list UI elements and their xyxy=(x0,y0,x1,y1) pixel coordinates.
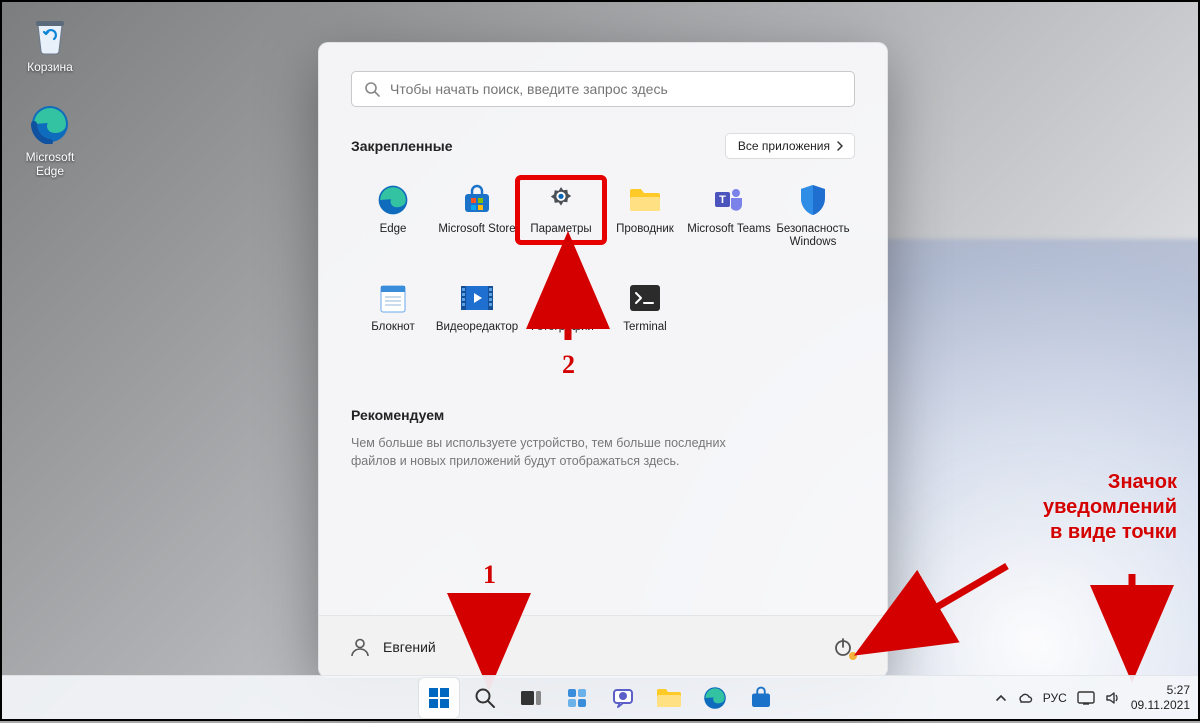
power-button[interactable] xyxy=(829,633,857,661)
store-icon xyxy=(749,686,773,710)
user-name: Евгений xyxy=(383,639,436,655)
pin-label: Проводник xyxy=(616,223,674,251)
start-button[interactable] xyxy=(419,678,459,718)
windows-logo-icon xyxy=(427,686,451,710)
start-menu: Закрепленные Все приложения Edge Microso… xyxy=(318,42,888,678)
pin-label: Фотографии xyxy=(528,321,594,349)
svg-text:T: T xyxy=(719,194,726,206)
pin-security[interactable]: Безопасность Windows xyxy=(771,179,855,255)
pinned-grid: Edge Microsoft Store Параметры Проводник xyxy=(351,179,855,353)
taskbar-explorer[interactable] xyxy=(649,678,689,718)
chat-icon xyxy=(612,687,634,709)
taskbar-store[interactable] xyxy=(741,678,781,718)
video-editor-icon xyxy=(460,281,494,315)
pin-label: Edge xyxy=(380,223,407,251)
search-icon xyxy=(364,81,380,97)
taskbar-right: РУС 5:27 09.11.2021 xyxy=(995,683,1190,712)
pin-video-editor[interactable]: Видеоредактор xyxy=(435,277,519,353)
photos-icon xyxy=(544,281,578,315)
folder-icon xyxy=(628,183,662,217)
taskbar-taskview[interactable] xyxy=(511,678,551,718)
shield-icon xyxy=(796,183,830,217)
pin-explorer[interactable]: Проводник xyxy=(603,179,687,255)
pin-label: Microsoft Store xyxy=(438,223,515,251)
pin-label: Блокнот xyxy=(371,321,414,349)
notification-dot-icon xyxy=(849,652,857,660)
all-apps-button[interactable]: Все приложения xyxy=(725,133,855,159)
chevron-up-icon[interactable] xyxy=(995,692,1007,704)
pin-terminal[interactable]: Terminal xyxy=(603,277,687,353)
teams-icon: T xyxy=(712,183,746,217)
user-account-button[interactable]: Евгений xyxy=(349,636,436,658)
desktop-icon-label: Microsoft Edge xyxy=(26,150,75,178)
taskview-icon xyxy=(520,688,542,708)
taskbar: РУС 5:27 09.11.2021 xyxy=(2,675,1198,719)
pin-settings[interactable]: Параметры xyxy=(519,179,603,255)
clock-time: 5:27 xyxy=(1131,683,1190,697)
all-apps-label: Все приложения xyxy=(738,139,830,153)
recycle-bin-icon xyxy=(28,12,72,56)
terminal-icon xyxy=(628,281,662,315)
search-icon xyxy=(474,687,496,709)
pin-photos[interactable]: Фотографии xyxy=(519,277,603,353)
pin-edge[interactable]: Edge xyxy=(351,179,435,255)
pinned-title: Закрепленные xyxy=(351,138,453,154)
taskbar-widgets[interactable] xyxy=(557,678,597,718)
settings-icon xyxy=(544,183,578,217)
onedrive-icon[interactable] xyxy=(1017,690,1033,706)
user-icon xyxy=(349,636,371,658)
edge-icon xyxy=(376,183,410,217)
annotation-text: Значок уведомлений в виде точки xyxy=(1002,470,1177,545)
desktop-icon-edge[interactable]: Microsoft Edge xyxy=(12,102,88,178)
recommended-title: Рекомендуем xyxy=(351,407,855,423)
store-icon xyxy=(460,183,494,217)
desktop-icon-recycle-bin[interactable]: Корзина xyxy=(12,12,88,74)
edge-icon xyxy=(703,686,727,710)
start-search-input[interactable] xyxy=(390,81,842,97)
pin-teams[interactable]: T Microsoft Teams xyxy=(687,179,771,255)
taskbar-center xyxy=(419,678,781,718)
clock-date: 09.11.2021 xyxy=(1131,698,1190,712)
recommended-section: Рекомендуем Чем больше вы используете ус… xyxy=(351,407,855,470)
pin-label: Microsoft Teams xyxy=(687,223,771,251)
pin-label: Безопасность Windows xyxy=(771,223,855,251)
edge-icon xyxy=(28,102,72,146)
taskbar-chat[interactable] xyxy=(603,678,643,718)
pin-label: Terminal xyxy=(623,321,666,349)
folder-icon xyxy=(656,687,682,709)
language-indicator[interactable]: РУС xyxy=(1043,691,1067,705)
widgets-icon xyxy=(566,687,588,709)
start-footer: Евгений xyxy=(319,615,887,677)
pin-label: Видеоредактор xyxy=(436,321,518,349)
start-search[interactable] xyxy=(351,71,855,107)
taskbar-search[interactable] xyxy=(465,678,505,718)
desktop-icon-label: Корзина xyxy=(27,60,73,74)
pin-store[interactable]: Microsoft Store xyxy=(435,179,519,255)
annotation-number-2: 2 xyxy=(562,350,575,380)
pin-label: Параметры xyxy=(530,223,591,251)
annotation-number-1: 1 xyxy=(483,560,496,590)
volume-icon[interactable] xyxy=(1105,691,1121,705)
taskbar-edge[interactable] xyxy=(695,678,735,718)
recommended-text: Чем больше вы используете устройство, те… xyxy=(351,435,771,470)
notepad-icon xyxy=(376,281,410,315)
chevron-right-icon xyxy=(836,141,844,151)
taskbar-clock[interactable]: 5:27 09.11.2021 xyxy=(1131,683,1190,712)
network-icon[interactable] xyxy=(1077,691,1095,705)
pin-notepad[interactable]: Блокнот xyxy=(351,277,435,353)
